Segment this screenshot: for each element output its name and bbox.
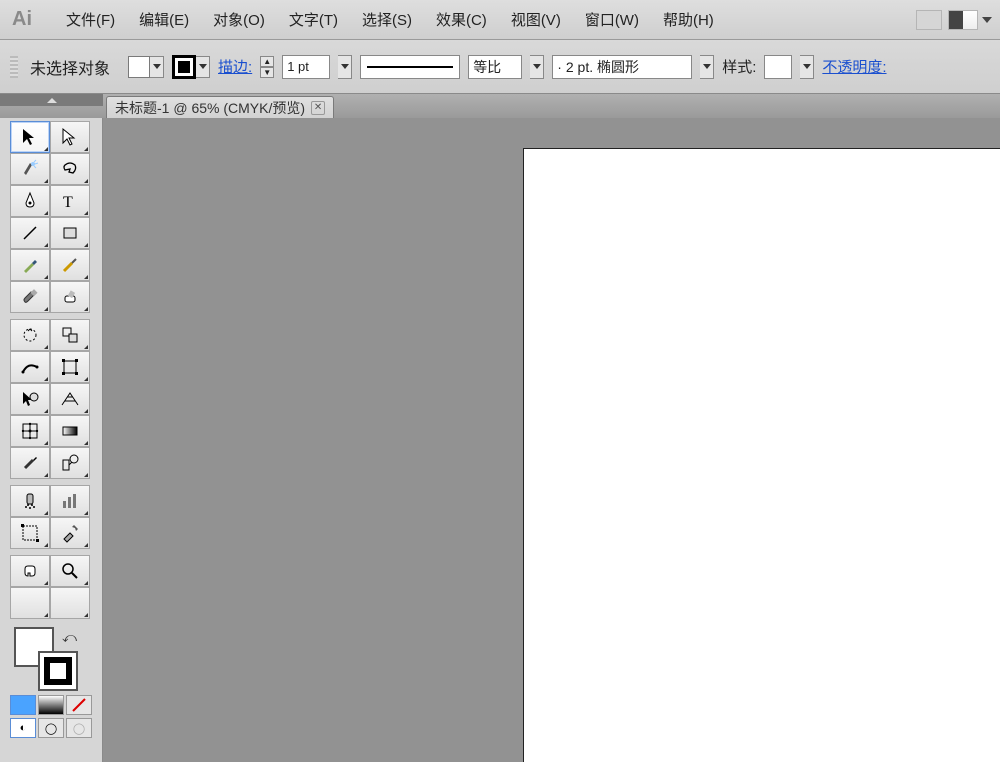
stroke-width-input[interactable]: 1 pt: [282, 55, 330, 79]
menu-view[interactable]: 视图(V): [499, 5, 573, 34]
menu-file[interactable]: 文件(F): [54, 5, 127, 34]
stroke-width-dropdown[interactable]: [338, 55, 352, 79]
app-logo-icon: Ai: [8, 6, 36, 34]
stroke-profile-select[interactable]: [360, 55, 460, 79]
color-mode-none[interactable]: [66, 695, 92, 715]
screen-mode-presentation[interactable]: ◯: [66, 718, 92, 738]
artboard-tool[interactable]: [10, 517, 50, 549]
layout-icon[interactable]: [916, 10, 942, 30]
eraser-tool[interactable]: [50, 281, 90, 313]
document-tab-title: 未标题-1 @ 65% (CMYK/预览): [115, 98, 305, 118]
column-graph-tool[interactable]: [50, 485, 90, 517]
workspace-dropdown-icon[interactable]: [982, 17, 992, 23]
magic-wand-tool[interactable]: [10, 153, 50, 185]
document-tab[interactable]: 未标题-1 @ 65% (CMYK/预览) ✕: [106, 96, 334, 118]
scale-tool[interactable]: [50, 319, 90, 351]
stroke-width-spinner[interactable]: ▲▼: [260, 56, 274, 78]
screen-mode-normal[interactable]: ◐: [10, 718, 36, 738]
mesh-tool[interactable]: [10, 415, 50, 447]
menu-effect[interactable]: 效果(C): [424, 5, 499, 34]
style-label: 样式:: [722, 56, 756, 77]
zoom-tool[interactable]: [50, 555, 90, 587]
line-segment-tool[interactable]: [10, 217, 50, 249]
undefined[interactable]: [10, 587, 50, 619]
scale-mode-select[interactable]: 等比: [468, 55, 522, 79]
paintbrush-tool[interactable]: [10, 249, 50, 281]
undefined[interactable]: [50, 587, 90, 619]
shape-builder-tool[interactable]: [10, 383, 50, 415]
color-mode-gradient[interactable]: [38, 695, 64, 715]
symbol-sprayer-tool[interactable]: [10, 485, 50, 517]
brush-definition-select[interactable]: ·2 pt. 椭圆形: [552, 55, 692, 79]
selection-tool[interactable]: [10, 121, 50, 153]
document-tab-bar: 未标题-1 @ 65% (CMYK/预览) ✕: [0, 94, 1000, 118]
slice-tool[interactable]: [50, 517, 90, 549]
fill-dropdown[interactable]: [150, 56, 164, 78]
color-mode-solid[interactable]: [10, 695, 36, 715]
tools-panel: T ⤺ ◐ ◯ ◯: [0, 118, 103, 762]
lasso-tool[interactable]: [50, 153, 90, 185]
scale-mode-dropdown[interactable]: [530, 55, 544, 79]
menu-object[interactable]: 对象(O): [201, 5, 277, 34]
stroke-color-swatch[interactable]: [38, 651, 78, 691]
svg-text:T: T: [63, 194, 73, 211]
selection-status: 未选择对象: [30, 55, 110, 79]
grip-icon: [10, 56, 18, 78]
pen-tool[interactable]: [10, 185, 50, 217]
graphic-style-select[interactable]: [764, 55, 792, 79]
stroke-dropdown[interactable]: [196, 56, 210, 78]
brush-definition-dropdown[interactable]: [700, 55, 714, 79]
fill-swatch[interactable]: [128, 56, 150, 78]
control-bar: 未选择对象 描边: ▲▼ 1 pt 等比 ·2 pt. 椭圆形 样式: 不透明度…: [0, 40, 1000, 94]
close-tab-icon[interactable]: ✕: [311, 101, 325, 115]
canvas-area[interactable]: [103, 118, 1000, 762]
blob-brush-tool[interactable]: [10, 281, 50, 313]
eyedropper-tool[interactable]: [10, 447, 50, 479]
menu-bar: Ai 文件(F) 编辑(E) 对象(O) 文字(T) 选择(S) 效果(C) 视…: [0, 0, 1000, 40]
direct-selection-tool[interactable]: [50, 121, 90, 153]
fill-stroke-section: ⤺: [0, 625, 102, 693]
hand-tool[interactable]: [10, 555, 50, 587]
rotate-tool[interactable]: [10, 319, 50, 351]
pencil-tool[interactable]: [50, 249, 90, 281]
workspace-icon[interactable]: [948, 10, 978, 30]
swap-fill-stroke-icon[interactable]: ⤺: [62, 629, 77, 646]
blend-tool[interactable]: [50, 447, 90, 479]
menu-window[interactable]: 窗口(W): [573, 5, 651, 34]
stroke-link[interactable]: 描边:: [218, 56, 252, 77]
opacity-link[interactable]: 不透明度:: [822, 56, 886, 77]
gradient-tool[interactable]: [50, 415, 90, 447]
graphic-style-dropdown[interactable]: [800, 55, 814, 79]
panel-collapse-handle[interactable]: [0, 94, 103, 106]
menu-type[interactable]: 文字(T): [277, 5, 350, 34]
menu-select[interactable]: 选择(S): [350, 5, 424, 34]
width-tool[interactable]: [10, 351, 50, 383]
menu-edit[interactable]: 编辑(E): [127, 5, 201, 34]
artboard[interactable]: [523, 148, 1000, 762]
screen-mode-full[interactable]: ◯: [38, 718, 64, 738]
stroke-swatch[interactable]: [172, 55, 196, 79]
perspective-grid-tool[interactable]: [50, 383, 90, 415]
rectangle-tool[interactable]: [50, 217, 90, 249]
menu-help[interactable]: 帮助(H): [651, 5, 726, 34]
type-tool[interactable]: T: [50, 185, 90, 217]
free-transform-tool[interactable]: [50, 351, 90, 383]
